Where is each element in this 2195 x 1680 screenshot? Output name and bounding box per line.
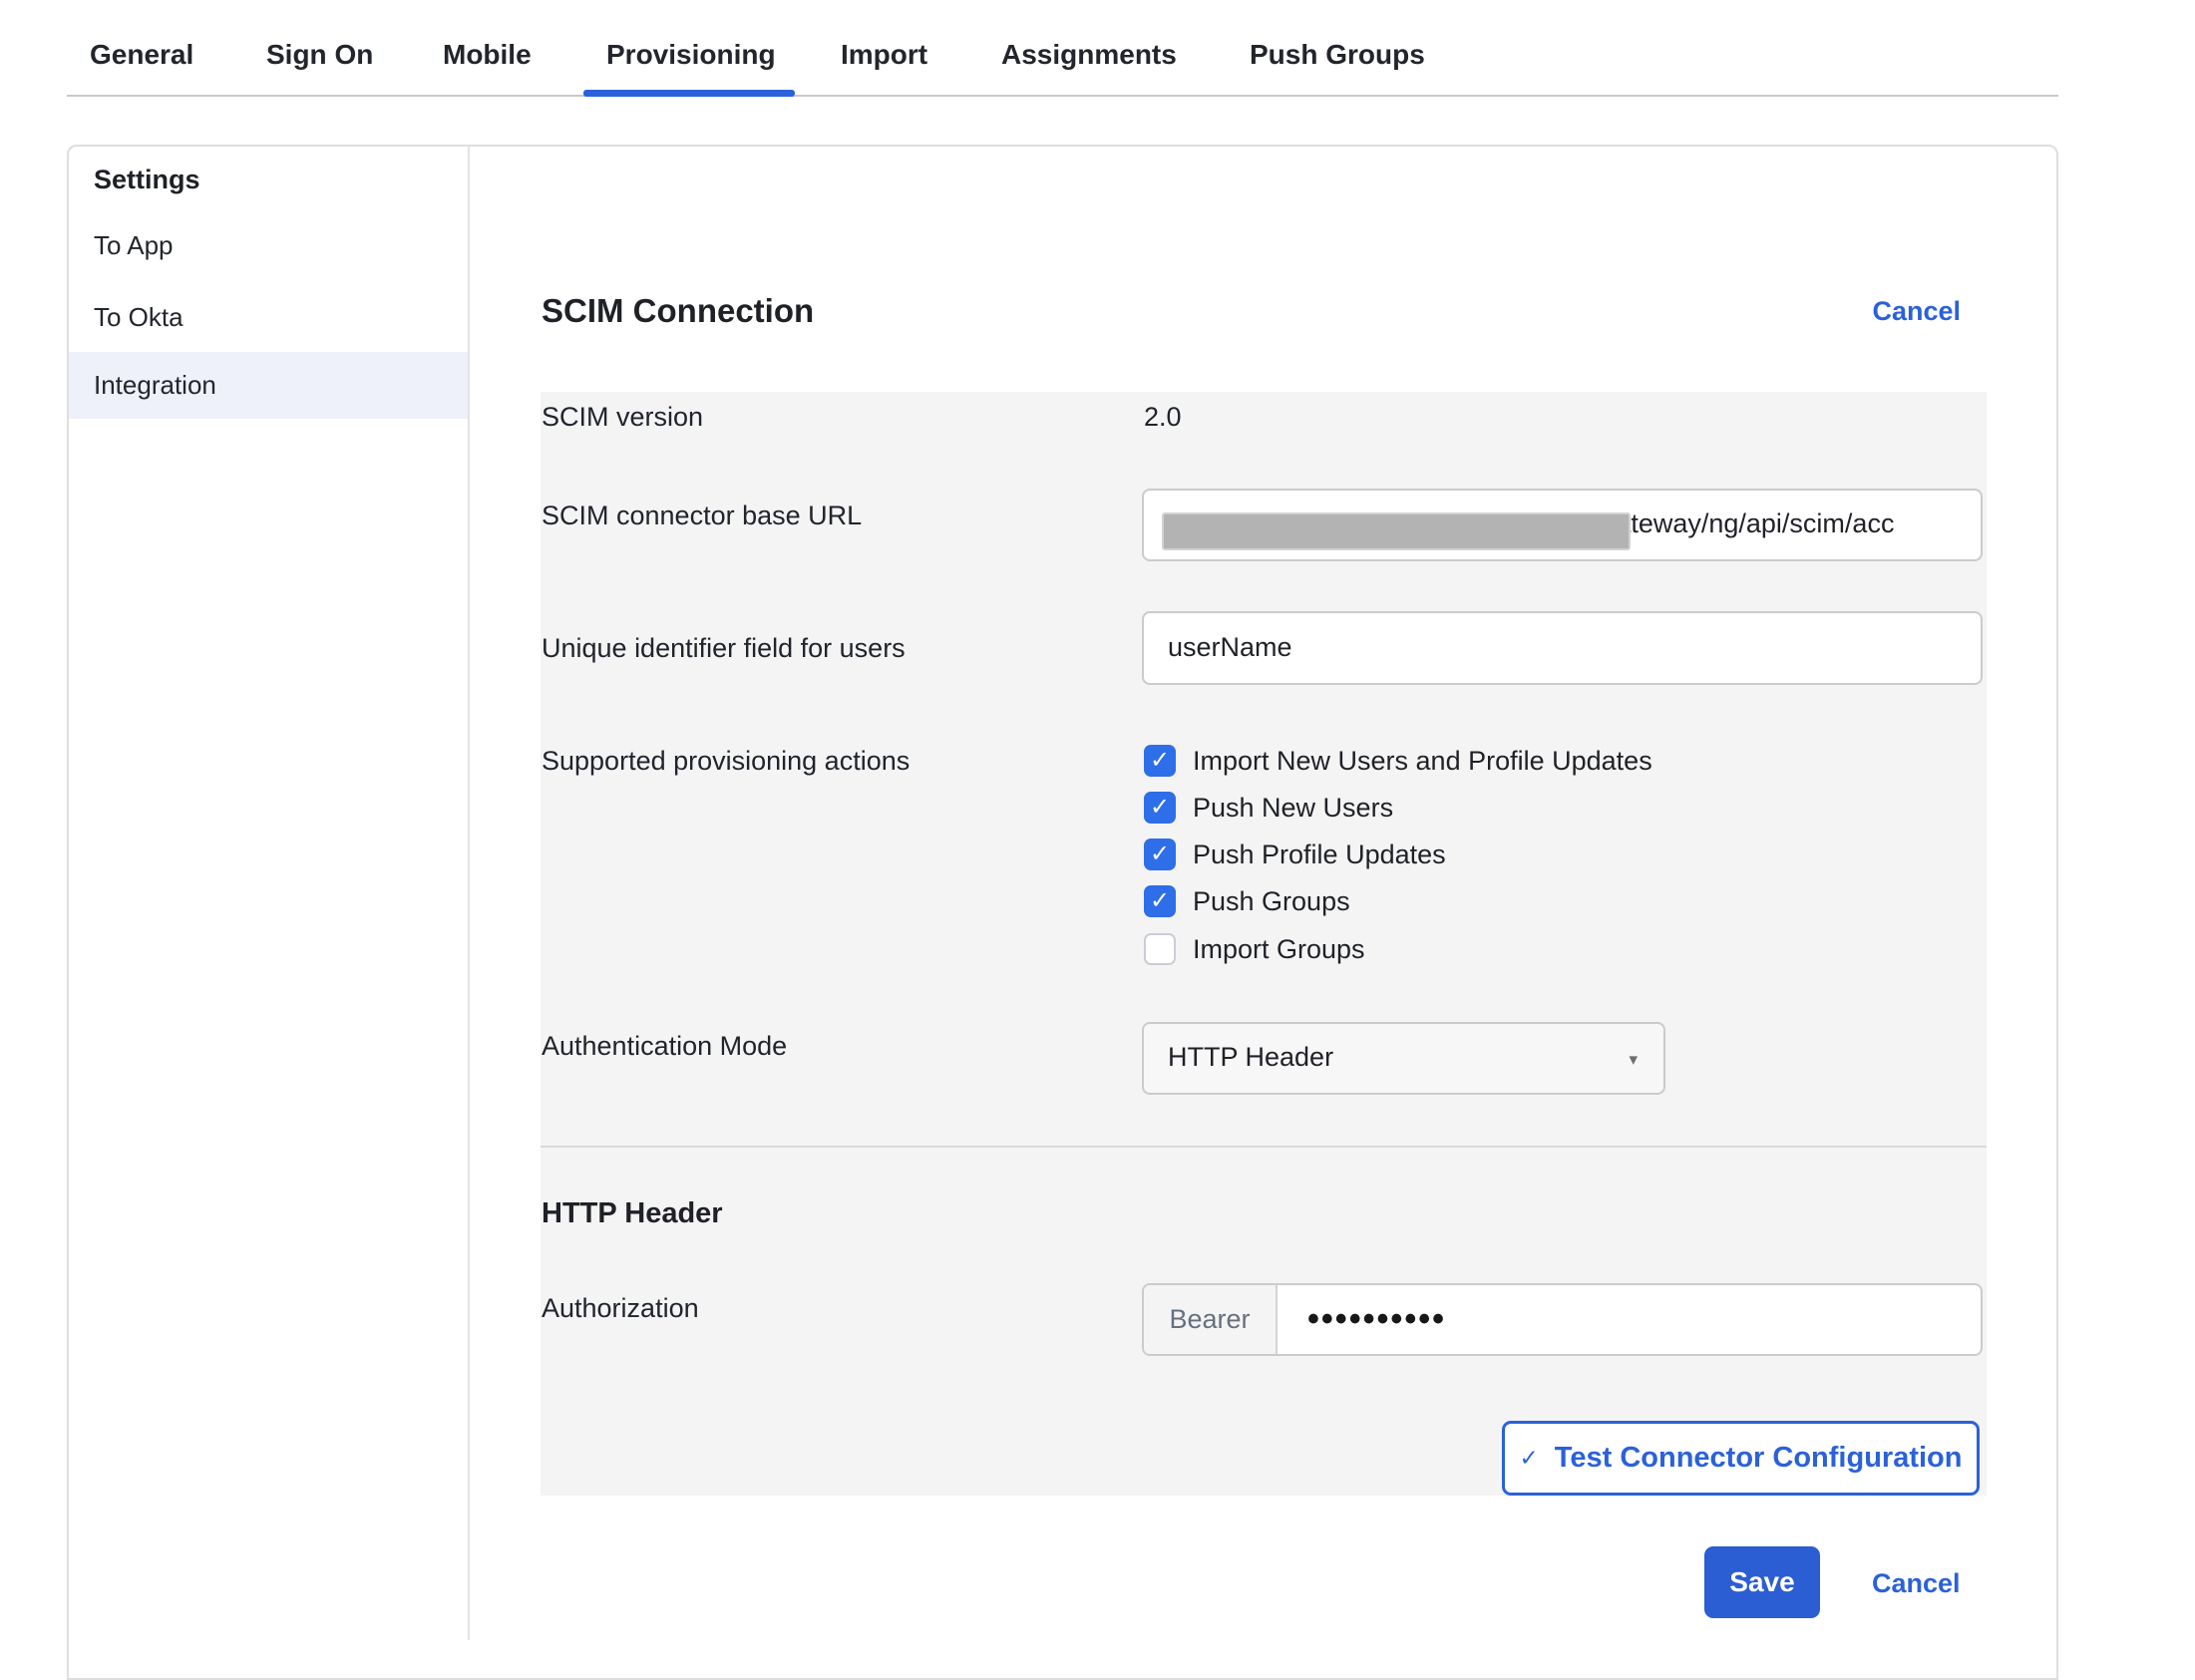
cancel-link-top[interactable]: Cancel xyxy=(1872,295,1961,327)
tab-import[interactable]: Import xyxy=(841,37,927,73)
provisioning-actions-label: Supported provisioning actions xyxy=(542,743,910,779)
sidebar-item-to-app[interactable]: To App xyxy=(94,227,174,263)
tab-provisioning[interactable]: Provisioning xyxy=(606,37,776,73)
unique-id-input[interactable]: userName xyxy=(1142,611,1983,685)
auth-mode-value: HTTP Header xyxy=(1168,1042,1333,1073)
sidebar-divider xyxy=(468,147,470,1640)
sidebar-item-to-okta[interactable]: To Okta xyxy=(94,299,183,335)
unique-id-value: userName xyxy=(1168,632,1292,663)
test-connector-configuration-button[interactable]: ✓ Test Connector Configuration xyxy=(1502,1421,1980,1496)
scim-version-label: SCIM version xyxy=(542,399,703,435)
save-button[interactable]: Save xyxy=(1704,1546,1820,1618)
scim-version-value: 2.0 xyxy=(1144,399,1182,435)
checkbox-push-new-users-icon[interactable] xyxy=(1144,792,1176,824)
checkbox-import-new-users-label: Import New Users and Profile Updates xyxy=(1193,743,1652,779)
redaction-bar xyxy=(1162,512,1631,550)
http-header-heading: HTTP Header xyxy=(542,1194,723,1232)
authorization-label: Authorization xyxy=(542,1290,699,1326)
test-connector-configuration-label: Test Connector Configuration xyxy=(1555,1442,1963,1475)
checkbox-push-profile-updates-icon[interactable] xyxy=(1144,839,1176,870)
sidebar-item-integration[interactable]: Integration xyxy=(94,367,216,403)
page-title: SCIM Connection xyxy=(542,289,814,333)
tab-sign-on[interactable]: Sign On xyxy=(266,37,373,73)
active-tab-indicator xyxy=(583,90,795,97)
tab-push-groups[interactable]: Push Groups xyxy=(1250,37,1425,73)
checkbox-push-new-users-label: Push New Users xyxy=(1193,790,1393,826)
base-url-label: SCIM connector base URL xyxy=(542,498,862,533)
tab-mobile[interactable]: Mobile xyxy=(443,37,532,73)
checkbox-push-groups-icon[interactable] xyxy=(1144,885,1176,917)
checkbox-push-groups-label: Push Groups xyxy=(1193,883,1350,919)
checkbox-push-profile-updates-label: Push Profile Updates xyxy=(1193,837,1446,872)
tab-general[interactable]: General xyxy=(90,37,193,73)
authorization-input[interactable]: Bearer •••••••••• xyxy=(1142,1283,1983,1356)
sidebar-heading: Settings xyxy=(94,162,200,197)
checkbox-import-groups-label: Import Groups xyxy=(1193,931,1365,967)
auth-mode-select[interactable]: HTTP Header ▾ xyxy=(1142,1022,1665,1095)
unique-id-label: Unique identifier field for users xyxy=(542,630,906,666)
base-url-input[interactable]: https://b5bd-105-12-67-142.ngrok.io/gate… xyxy=(1142,489,1983,561)
tab-assignments[interactable]: Assignments xyxy=(1001,37,1177,73)
chevron-down-icon: ▾ xyxy=(1629,1050,1638,1070)
authorization-secret-value[interactable]: •••••••••• xyxy=(1278,1285,1446,1354)
checkbox-import-groups-icon[interactable] xyxy=(1144,933,1176,965)
bearer-prefix: Bearer xyxy=(1144,1285,1278,1354)
cancel-link-bottom[interactable]: Cancel xyxy=(1872,1567,1961,1599)
tab-bar-divider xyxy=(67,95,2058,97)
auth-mode-label: Authentication Mode xyxy=(542,1028,787,1064)
section-divider xyxy=(541,1146,1987,1148)
checkbox-import-new-users-icon[interactable] xyxy=(1144,745,1176,777)
check-icon: ✓ xyxy=(1520,1445,1539,1472)
